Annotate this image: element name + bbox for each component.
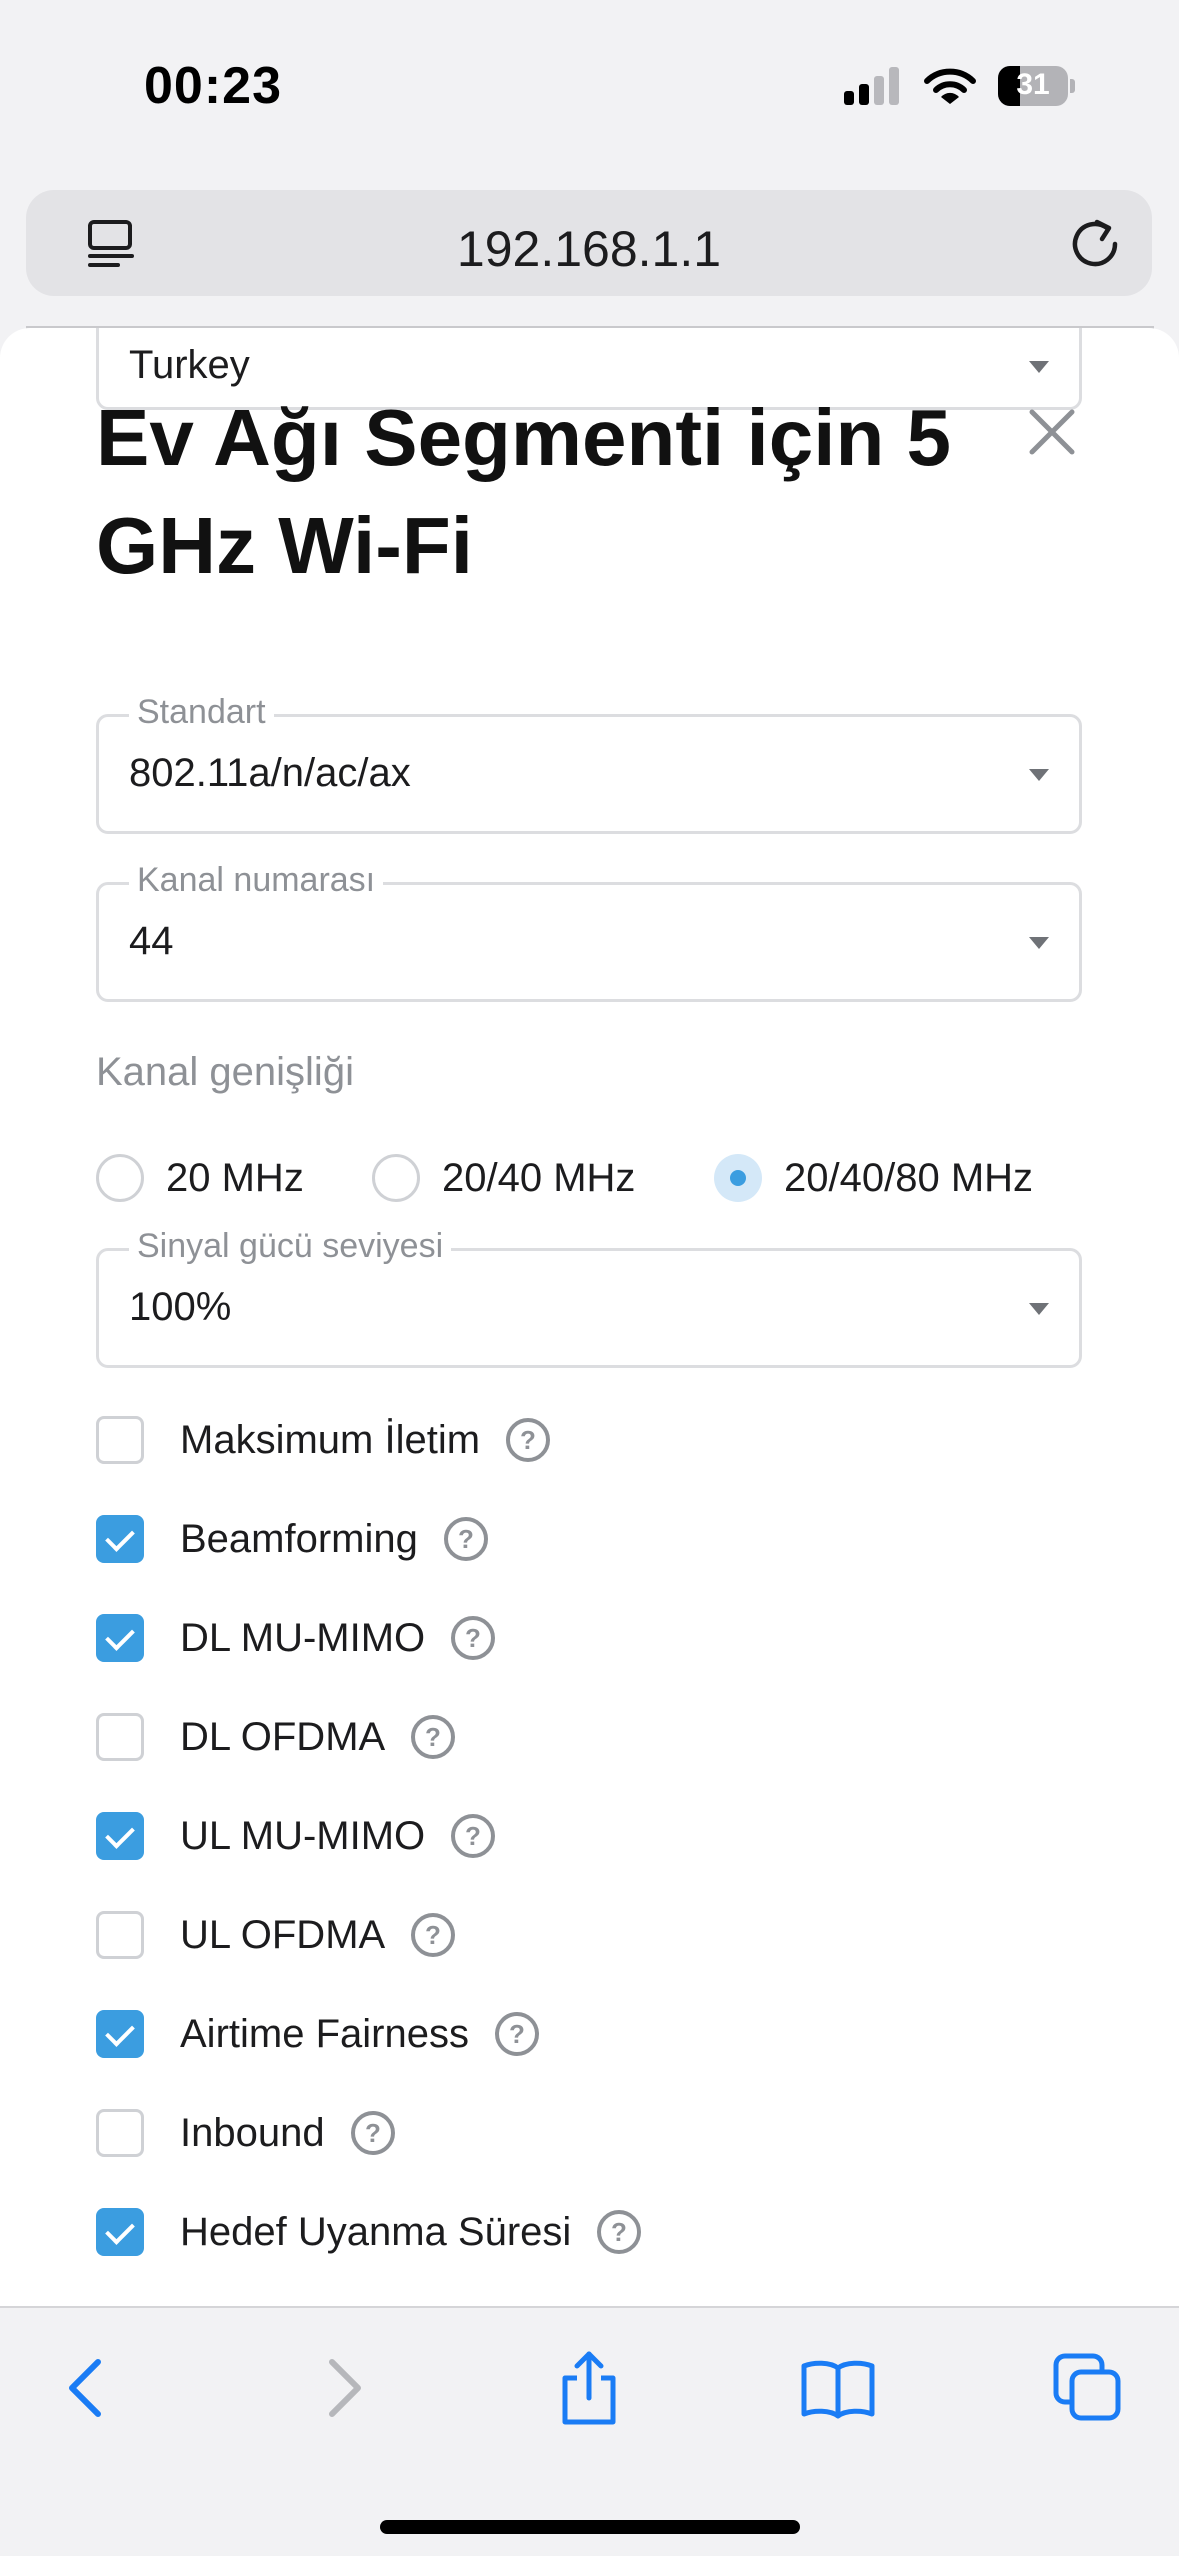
help-icon[interactable]: ? bbox=[442, 1515, 490, 1563]
battery-icon: 31 bbox=[998, 66, 1075, 106]
checkbox-label: Inbound bbox=[180, 2110, 325, 2155]
svg-text:?: ? bbox=[458, 1524, 474, 1554]
wifi-icon bbox=[924, 68, 976, 104]
signal-label: Sinyal gücü seviyesi bbox=[129, 1227, 452, 1266]
settings-sheet: Turkey Ev Ağı Segmenti için 5 GHz Wi-Fi … bbox=[0, 328, 1179, 2306]
checkbox-label: Beamforming bbox=[180, 1516, 418, 1561]
checkbox-airtime-fairness[interactable]: Airtime Fairness ? bbox=[96, 2004, 541, 2064]
signal-strength-select[interactable]: Sinyal gücü seviyesi 100% bbox=[96, 1227, 1082, 1368]
channel-label: Kanal numarası bbox=[129, 861, 384, 900]
checkbox-ul-ofdma[interactable]: UL OFDMA ? bbox=[96, 1905, 457, 1965]
checkbox-max-transmission[interactable]: Maksimum İletim ? bbox=[96, 1410, 552, 1470]
url-text[interactable]: 192.168.1.1 bbox=[26, 220, 1152, 278]
radio-label: 20/40 MHz bbox=[442, 1155, 636, 1200]
help-icon[interactable]: ? bbox=[595, 2208, 643, 2256]
status-time: 00:23 bbox=[144, 57, 282, 115]
help-icon[interactable]: ? bbox=[449, 1614, 497, 1662]
browser-toolbar bbox=[0, 2306, 1179, 2556]
chevron-down-icon bbox=[1029, 769, 1049, 781]
home-indicator bbox=[380, 2520, 800, 2534]
svg-text:?: ? bbox=[425, 1722, 441, 1752]
help-icon[interactable]: ? bbox=[449, 1812, 497, 1860]
reload-icon[interactable] bbox=[1066, 214, 1124, 272]
channel-width-label: Kanal genişliği bbox=[96, 1050, 354, 1094]
checkbox[interactable] bbox=[96, 1713, 144, 1761]
svg-text:?: ? bbox=[365, 2118, 381, 2148]
chevron-down-icon bbox=[1029, 361, 1049, 373]
checkbox-dl-mu-mimo[interactable]: DL MU-MIMO ? bbox=[96, 1608, 497, 1668]
svg-text:?: ? bbox=[465, 1821, 481, 1851]
radio-20-40mhz[interactable]: 20/40 MHz bbox=[372, 1148, 635, 1208]
close-button[interactable] bbox=[1020, 400, 1084, 464]
battery-level: 31 bbox=[1016, 68, 1050, 101]
standard-value: 802.11a/n/ac/ax bbox=[129, 751, 411, 795]
radio-20-40-80mhz[interactable]: 20/40/80 MHz bbox=[714, 1148, 1033, 1208]
checkbox-target-wake-time[interactable]: Hedef Uyanma Süresi ? bbox=[96, 2202, 643, 2262]
status-icons: 31 bbox=[842, 62, 1082, 112]
checkbox-label: UL OFDMA bbox=[180, 1912, 386, 1957]
checkbox-label: Airtime Fairness bbox=[180, 2011, 469, 2056]
share-icon[interactable] bbox=[551, 2350, 627, 2426]
svg-text:?: ? bbox=[425, 1920, 441, 1950]
radio-20mhz[interactable]: 20 MHz bbox=[96, 1148, 304, 1208]
checkbox-label: UL MU-MIMO bbox=[180, 1813, 426, 1858]
checkbox[interactable] bbox=[96, 2109, 144, 2157]
help-icon[interactable]: ? bbox=[409, 1713, 457, 1761]
radio-circle[interactable] bbox=[372, 1154, 420, 1202]
checkbox-label: DL OFDMA bbox=[180, 1714, 386, 1759]
checkbox[interactable] bbox=[96, 1515, 144, 1563]
radio-circle[interactable] bbox=[714, 1154, 762, 1202]
signal-value: 100% bbox=[129, 1285, 232, 1329]
chevron-down-icon bbox=[1029, 1303, 1049, 1315]
checkbox[interactable] bbox=[96, 1911, 144, 1959]
channel-value: 44 bbox=[129, 919, 174, 963]
checkbox[interactable] bbox=[96, 1812, 144, 1860]
checkbox[interactable] bbox=[96, 2208, 144, 2256]
sheet-title: Ev Ağı Segmenti için 5 GHz Wi-Fi bbox=[96, 393, 952, 590]
back-icon[interactable] bbox=[50, 2350, 126, 2426]
radio-label: 20 MHz bbox=[166, 1155, 304, 1200]
checkbox-label: Maksimum İletim bbox=[180, 1417, 481, 1462]
svg-text:?: ? bbox=[465, 1623, 481, 1653]
country-value: Turkey bbox=[129, 343, 250, 387]
checkbox-beamforming[interactable]: Beamforming ? bbox=[96, 1509, 490, 1569]
tabs-icon[interactable] bbox=[1050, 2350, 1126, 2426]
bookmarks-icon[interactable] bbox=[800, 2350, 876, 2426]
radio-circle[interactable] bbox=[96, 1154, 144, 1202]
signal-icon bbox=[844, 67, 899, 105]
checkbox-label: DL MU-MIMO bbox=[180, 1615, 426, 1660]
checkbox-inbound[interactable]: Inbound ? bbox=[96, 2103, 397, 2163]
checkbox[interactable] bbox=[96, 1416, 144, 1464]
checkbox-label: Hedef Uyanma Süresi bbox=[180, 2209, 572, 2254]
radio-label: 20/40/80 MHz bbox=[784, 1155, 1034, 1200]
chevron-down-icon bbox=[1029, 937, 1049, 949]
help-icon[interactable]: ? bbox=[493, 2010, 541, 2058]
checkbox-dl-ofdma[interactable]: DL OFDMA ? bbox=[96, 1707, 457, 1767]
checkbox[interactable] bbox=[96, 1614, 144, 1662]
help-icon[interactable]: ? bbox=[504, 1416, 552, 1464]
standard-select[interactable]: Standart 802.11a/n/ac/ax bbox=[96, 693, 1082, 834]
checkbox-ul-mu-mimo[interactable]: UL MU-MIMO ? bbox=[96, 1806, 497, 1866]
help-icon[interactable]: ? bbox=[349, 2109, 397, 2157]
forward-icon[interactable] bbox=[304, 2350, 380, 2426]
help-icon[interactable]: ? bbox=[409, 1911, 457, 1959]
svg-text:?: ? bbox=[520, 1425, 536, 1455]
svg-text:?: ? bbox=[611, 2217, 627, 2247]
address-bar[interactable]: 192.168.1.1 bbox=[26, 190, 1152, 296]
standard-label: Standart bbox=[129, 693, 274, 732]
channel-select[interactable]: Kanal numarası 44 bbox=[96, 861, 1082, 1002]
svg-text:?: ? bbox=[509, 2019, 525, 2049]
checkbox[interactable] bbox=[96, 2010, 144, 2058]
